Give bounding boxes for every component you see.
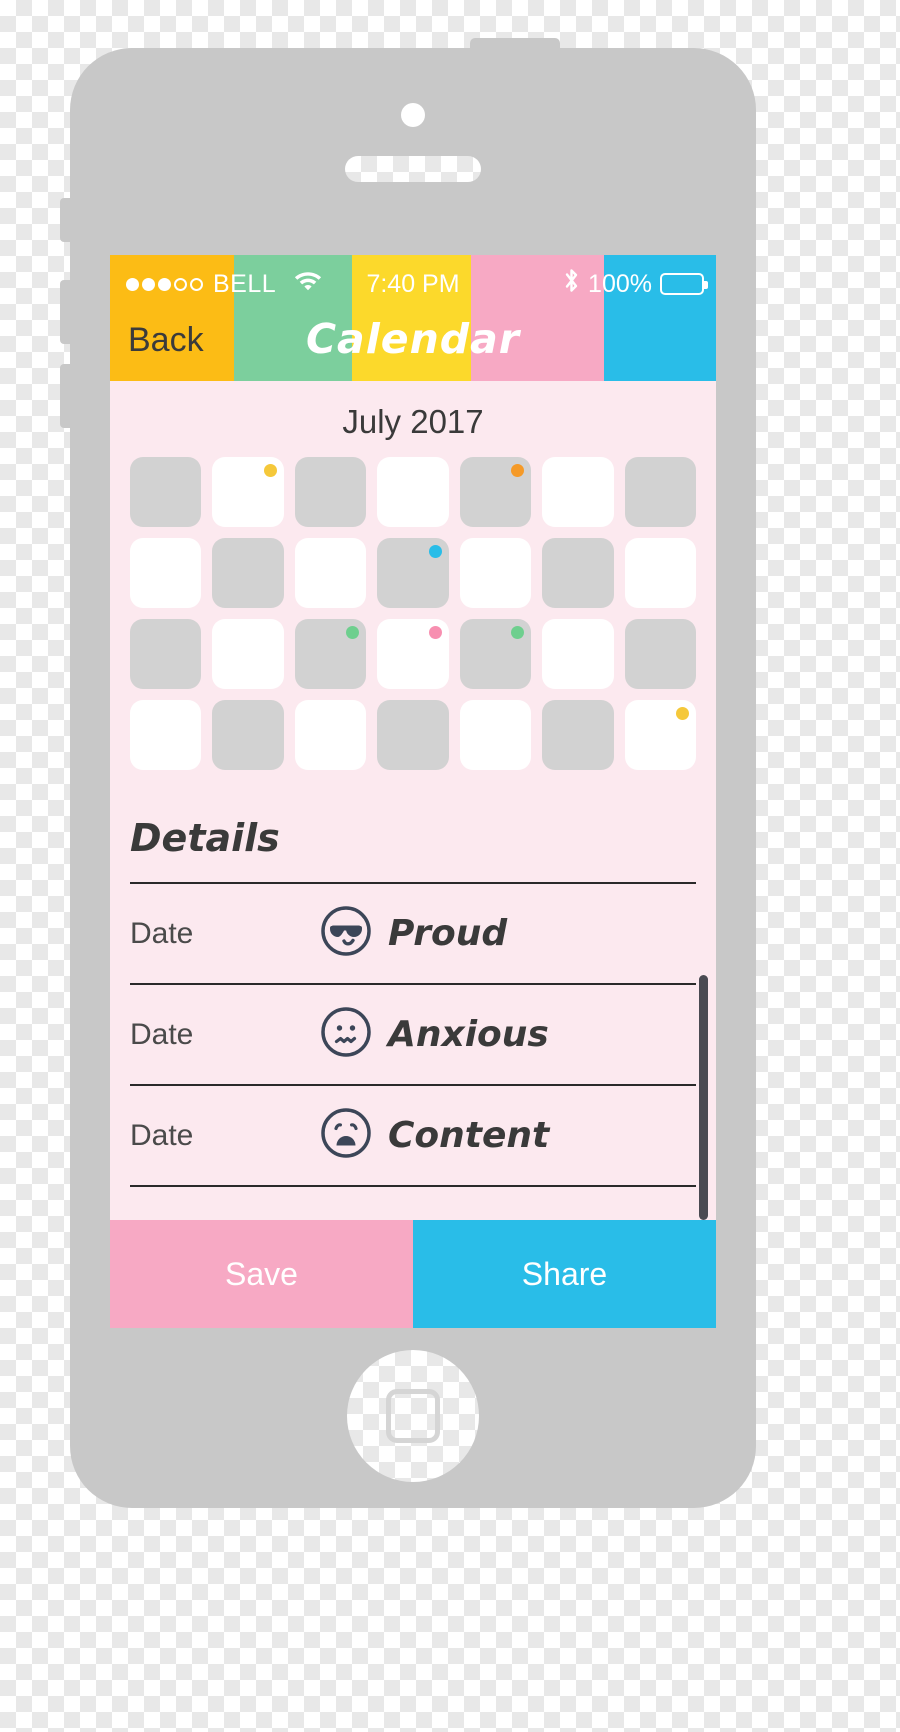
calendar-grid[interactable] — [110, 457, 716, 770]
mood-label: Anxious — [388, 1014, 549, 1055]
detail-date-label: Date — [130, 1017, 194, 1051]
details-heading: Details — [130, 816, 280, 860]
share-button[interactable]: Share — [413, 1220, 716, 1328]
calendar-day-cell[interactable] — [459, 619, 532, 689]
calendar-day-cell[interactable] — [294, 700, 367, 770]
earpiece-speaker — [345, 156, 481, 182]
phone-screen: BELL 7:40 PM 100% Back Calendar July 201… — [110, 255, 716, 1328]
footer-actions: Save Share — [110, 1220, 716, 1328]
detail-date-label: Date — [130, 916, 194, 950]
mood-dot — [263, 464, 277, 477]
phone-device-frame: BELL 7:40 PM 100% Back Calendar July 201… — [60, 38, 756, 1508]
calendar-day-cell[interactable] — [212, 700, 284, 770]
status-bar: BELL 7:40 PM 100% Back Calendar — [110, 255, 716, 381]
calendar-day-cell[interactable] — [212, 538, 284, 608]
calendar-day-cell[interactable] — [294, 619, 367, 689]
detail-mood: Anxious — [320, 1006, 549, 1063]
calendar-day-cell[interactable] — [459, 700, 532, 770]
month-title: July 2017 — [342, 403, 484, 440]
detail-row[interactable]: Date Anxious — [130, 983, 696, 1084]
calendar-day-cell[interactable] — [130, 619, 202, 689]
mood-dot — [428, 626, 442, 639]
open-mouth-face-icon — [320, 1107, 372, 1164]
detail-mood: Content — [320, 1107, 549, 1164]
home-square-icon — [386, 1389, 440, 1443]
mood-dot — [511, 464, 525, 477]
volume-up-button[interactable] — [60, 280, 70, 344]
calendar-day-cell[interactable] — [377, 619, 449, 689]
power-button[interactable] — [470, 38, 560, 50]
detail-date-label: Date — [130, 1118, 194, 1152]
details-section: Details Date Proud Date Anxious Date Content — [110, 816, 716, 1187]
calendar-day-cell[interactable] — [542, 700, 614, 770]
mood-dot — [511, 626, 525, 639]
mood-dot — [428, 545, 442, 558]
calendar-day-cell[interactable] — [624, 700, 696, 770]
calendar-day-cell[interactable] — [130, 700, 202, 770]
home-button[interactable] — [347, 1350, 479, 1482]
details-scrollbar[interactable] — [699, 975, 708, 1220]
sunglasses-face-icon — [320, 905, 372, 962]
back-button[interactable]: Back — [128, 321, 204, 360]
detail-mood: Proud — [320, 905, 507, 962]
detail-row[interactable]: Date Content — [130, 1084, 696, 1187]
worried-face-icon — [320, 1006, 372, 1063]
silent-switch[interactable] — [60, 198, 70, 242]
calendar-day-cell[interactable] — [624, 457, 696, 527]
calendar-day-cell[interactable] — [459, 457, 532, 527]
color-strip-pink — [470, 255, 604, 381]
calendar-day-cell[interactable] — [542, 619, 614, 689]
calendar-day-cell[interactable] — [459, 538, 532, 608]
calendar-day-cell[interactable] — [130, 457, 202, 527]
color-strip-blue — [603, 255, 716, 381]
mood-dot — [346, 626, 360, 639]
calendar-day-cell[interactable] — [294, 538, 367, 608]
mood-dot — [676, 707, 689, 720]
calendar-day-cell[interactable] — [294, 457, 367, 527]
calendar-day-cell[interactable] — [212, 457, 284, 527]
color-strip-gold — [352, 255, 471, 381]
calendar-day-cell[interactable] — [542, 457, 614, 527]
mood-label: Proud — [388, 913, 508, 954]
mood-label: Content — [388, 1115, 550, 1156]
calendar-day-cell[interactable] — [624, 538, 696, 608]
calendar-day-cell[interactable] — [212, 619, 284, 689]
details-list[interactable]: Date Proud Date Anxious Date Content — [130, 882, 696, 1187]
calendar-day-cell[interactable] — [130, 538, 202, 608]
front-camera-icon — [401, 103, 425, 127]
calendar-day-cell[interactable] — [377, 538, 449, 608]
calendar-day-cell[interactable] — [377, 457, 449, 527]
calendar-day-cell[interactable] — [542, 538, 614, 608]
save-button[interactable]: Save — [110, 1220, 413, 1328]
detail-row[interactable]: Date Proud — [130, 882, 696, 983]
color-strip-yellow — [110, 255, 235, 381]
calendar-day-cell[interactable] — [624, 619, 696, 689]
volume-down-button[interactable] — [60, 364, 70, 428]
calendar-day-cell[interactable] — [377, 700, 449, 770]
color-strip-green — [234, 255, 353, 381]
